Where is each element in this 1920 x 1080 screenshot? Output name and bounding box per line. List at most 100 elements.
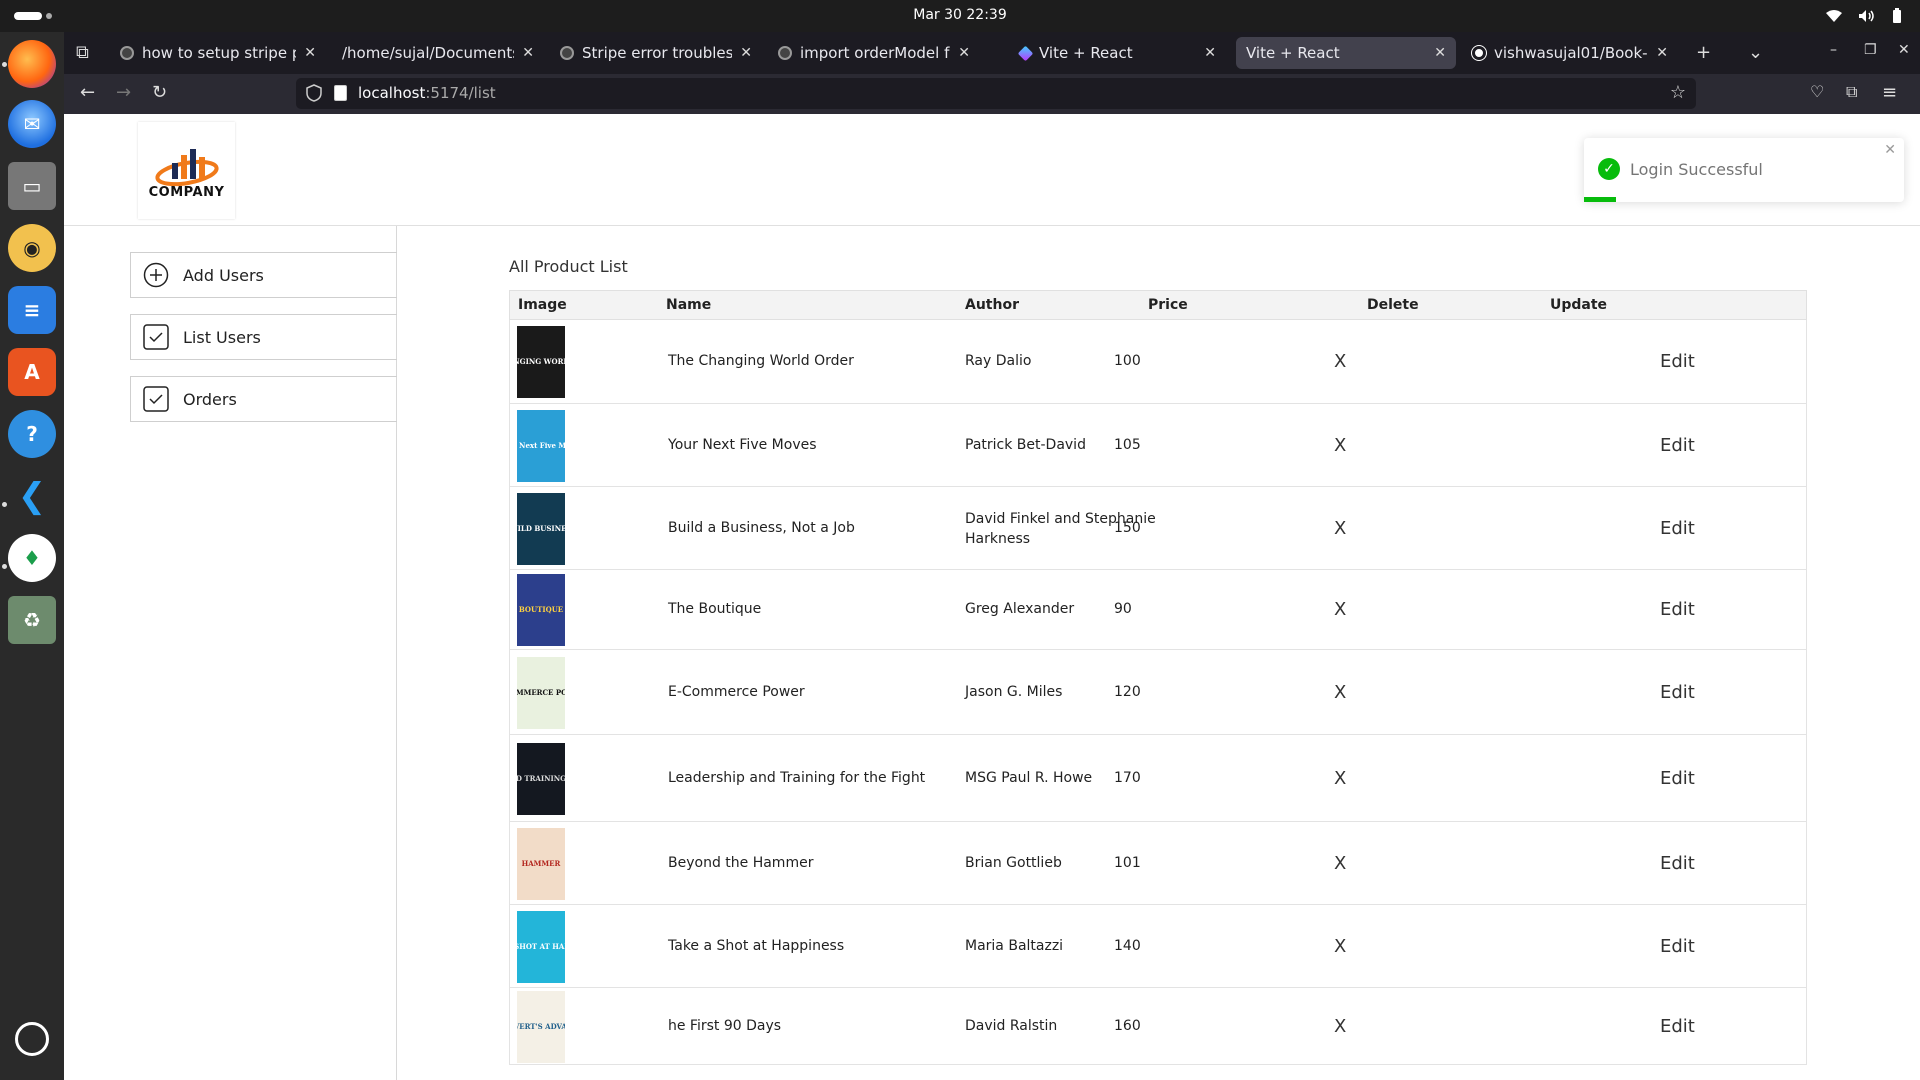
close-tab-icon[interactable]: ✕ (1656, 45, 1668, 61)
new-tab-icon[interactable]: + (1696, 42, 1711, 63)
close-tab-icon[interactable]: ✕ (1204, 45, 1216, 61)
files-icon[interactable]: ▭ (8, 162, 56, 210)
tab-local-file[interactable]: /home/sujal/Documents/Me ✕ (332, 37, 544, 69)
edit-button[interactable]: Edit (1660, 435, 1695, 456)
firefox-icon[interactable] (8, 40, 56, 88)
book-cover-image: INTROVERT'S ADVANTAGE (517, 990, 565, 1063)
table-row: E-COMMERCE POWER E-Commerce Power Jason G.… (509, 650, 1807, 735)
tab-github-repo[interactable]: vishwasujal01/Book-Sellin ✕ (1462, 37, 1678, 69)
edit-button[interactable]: Edit (1660, 682, 1695, 703)
product-image: Your Next Five Moves (517, 409, 565, 482)
product-price: 120 (1114, 683, 1141, 700)
close-tab-icon[interactable]: ✕ (304, 45, 316, 61)
login-success-toast[interactable]: ✓ Login Successful ✕ (1584, 138, 1904, 202)
tab-title: Vite + React (1246, 44, 1340, 62)
app-center-icon[interactable]: A (8, 348, 56, 396)
forward-arrow-icon[interactable]: → (116, 82, 131, 103)
delete-button[interactable]: X (1334, 682, 1346, 703)
delete-button[interactable]: X (1334, 768, 1346, 789)
mongodb-compass-icon[interactable]: ♦ (8, 534, 56, 582)
toast-progress-bar (1584, 197, 1616, 202)
rhythmbox-icon[interactable]: ◉ (8, 224, 56, 272)
tab-strip: ⧉ how to setup stripe pleas ✕ /home/suja… (64, 32, 1920, 74)
restore-window-icon[interactable]: ❐ (1864, 42, 1877, 58)
sidebar-item-list-users[interactable]: List Users (130, 314, 397, 360)
tab-stripe-setup[interactable]: how to setup stripe pleas ✕ (110, 37, 326, 69)
system-clock[interactable]: Mar 30 22:39 (0, 7, 1920, 23)
thunderbird-icon[interactable]: ✉ (8, 100, 56, 148)
delete-button[interactable]: X (1334, 1016, 1346, 1037)
close-tab-icon[interactable]: ✕ (522, 45, 534, 61)
product-author: Brian Gottlieb (965, 854, 1062, 871)
running-indicator (2, 502, 7, 507)
minimize-window-icon[interactable]: – (1830, 42, 1837, 58)
extensions-icon[interactable]: ⧉ (1846, 82, 1857, 102)
product-author: Jason G. Miles (965, 683, 1063, 700)
product-price: 100 (1114, 353, 1141, 369)
product-price: 150 (1114, 519, 1141, 536)
delete-button[interactable]: X (1334, 936, 1346, 957)
book-cover-image: Your Next Five Moves (517, 409, 565, 482)
close-toast-icon[interactable]: ✕ (1884, 142, 1896, 158)
close-tab-icon[interactable]: ✕ (958, 45, 970, 61)
running-indicator (2, 564, 7, 569)
logo-text: COMPANY (148, 185, 225, 200)
table-row: BUILD BUSINESS Build a Business, Not a Jo… (509, 487, 1807, 570)
url-path: :5174/list (425, 84, 496, 102)
tab-import-ordermodel[interactable]: import orderModel from ✕ (768, 37, 980, 69)
web-page: COMPANY Add Users List Users Orders All … (64, 114, 1920, 1080)
reload-icon[interactable]: ↻ (152, 82, 167, 103)
menu-icon[interactable]: ≡ (1882, 82, 1897, 103)
table-row: Your Next Five Moves Your Next Five Moves… (509, 404, 1807, 487)
back-arrow-icon[interactable]: ← (80, 82, 95, 103)
sidebar-item-add-users[interactable]: Add Users (130, 252, 397, 298)
edit-button[interactable]: Edit (1660, 1016, 1695, 1037)
delete-button[interactable]: X (1334, 518, 1346, 539)
wifi-icon (1826, 9, 1842, 27)
show-apps-icon[interactable] (15, 1022, 49, 1056)
close-window-icon[interactable]: ✕ (1898, 42, 1910, 58)
edit-button[interactable]: Edit (1660, 599, 1695, 620)
system-tray[interactable] (1826, 8, 1902, 28)
url-bar[interactable]: localhost:5174/list ☆ (296, 78, 1696, 109)
product-author: MSG Paul R. Howe (965, 769, 1093, 786)
vscode-icon[interactable]: ❮ (8, 472, 56, 520)
close-tab-icon[interactable]: ✕ (1434, 45, 1446, 61)
book-cover-image: THE CHANGING WORLD ORDER (517, 326, 565, 398)
running-indicator (2, 62, 7, 67)
tab-vite-react-1[interactable]: Vite + React ✕ (1010, 37, 1226, 69)
product-name: Build a Business, Not a Job (668, 519, 855, 536)
product-price: 170 (1114, 769, 1141, 786)
page-info-icon[interactable] (334, 85, 347, 101)
product-name: E-Commerce Power (668, 683, 805, 700)
product-image: HAMMER (517, 827, 565, 900)
product-image: BUILD BUSINESS (517, 492, 565, 565)
tab-stripe-error[interactable]: Stripe error troubleshoot ✕ (550, 37, 762, 69)
product-author: Greg Alexander (965, 601, 1075, 617)
delete-button[interactable]: X (1334, 351, 1346, 372)
product-name: he First 90 Days (668, 1017, 782, 1034)
list-all-tabs-icon[interactable]: ⌄ (1748, 42, 1763, 63)
table-row: THE CHANGING WORLD ORDER The Changing Wor… (509, 320, 1807, 404)
sidebar-item-orders[interactable]: Orders (130, 376, 397, 422)
product-name: Leadership and Training for the Fight (668, 769, 926, 786)
writer-icon[interactable]: ≡ (8, 286, 56, 334)
pocket-icon[interactable]: ♡ (1810, 82, 1824, 101)
tab-overview-icon[interactable]: ⧉ (76, 42, 89, 63)
bookmark-star-icon[interactable]: ☆ (1670, 82, 1686, 103)
edit-button[interactable]: Edit (1660, 518, 1695, 539)
help-icon[interactable]: ? (8, 410, 56, 458)
close-tab-icon[interactable]: ✕ (740, 45, 752, 61)
delete-button[interactable]: X (1334, 599, 1346, 620)
trash-icon[interactable]: ♻ (8, 596, 56, 644)
edit-button[interactable]: Edit (1660, 853, 1695, 874)
tracking-shield-icon[interactable] (306, 84, 322, 102)
delete-button[interactable]: X (1334, 853, 1346, 874)
edit-button[interactable]: Edit (1660, 768, 1695, 789)
url-text[interactable]: localhost:5174/list (358, 84, 496, 102)
edit-button[interactable]: Edit (1660, 351, 1695, 372)
edit-button[interactable]: Edit (1660, 936, 1695, 957)
check-circle-icon: ✓ (1598, 158, 1620, 180)
tab-vite-react-2[interactable]: Vite + React ✕ (1236, 37, 1456, 69)
delete-button[interactable]: X (1334, 435, 1346, 456)
